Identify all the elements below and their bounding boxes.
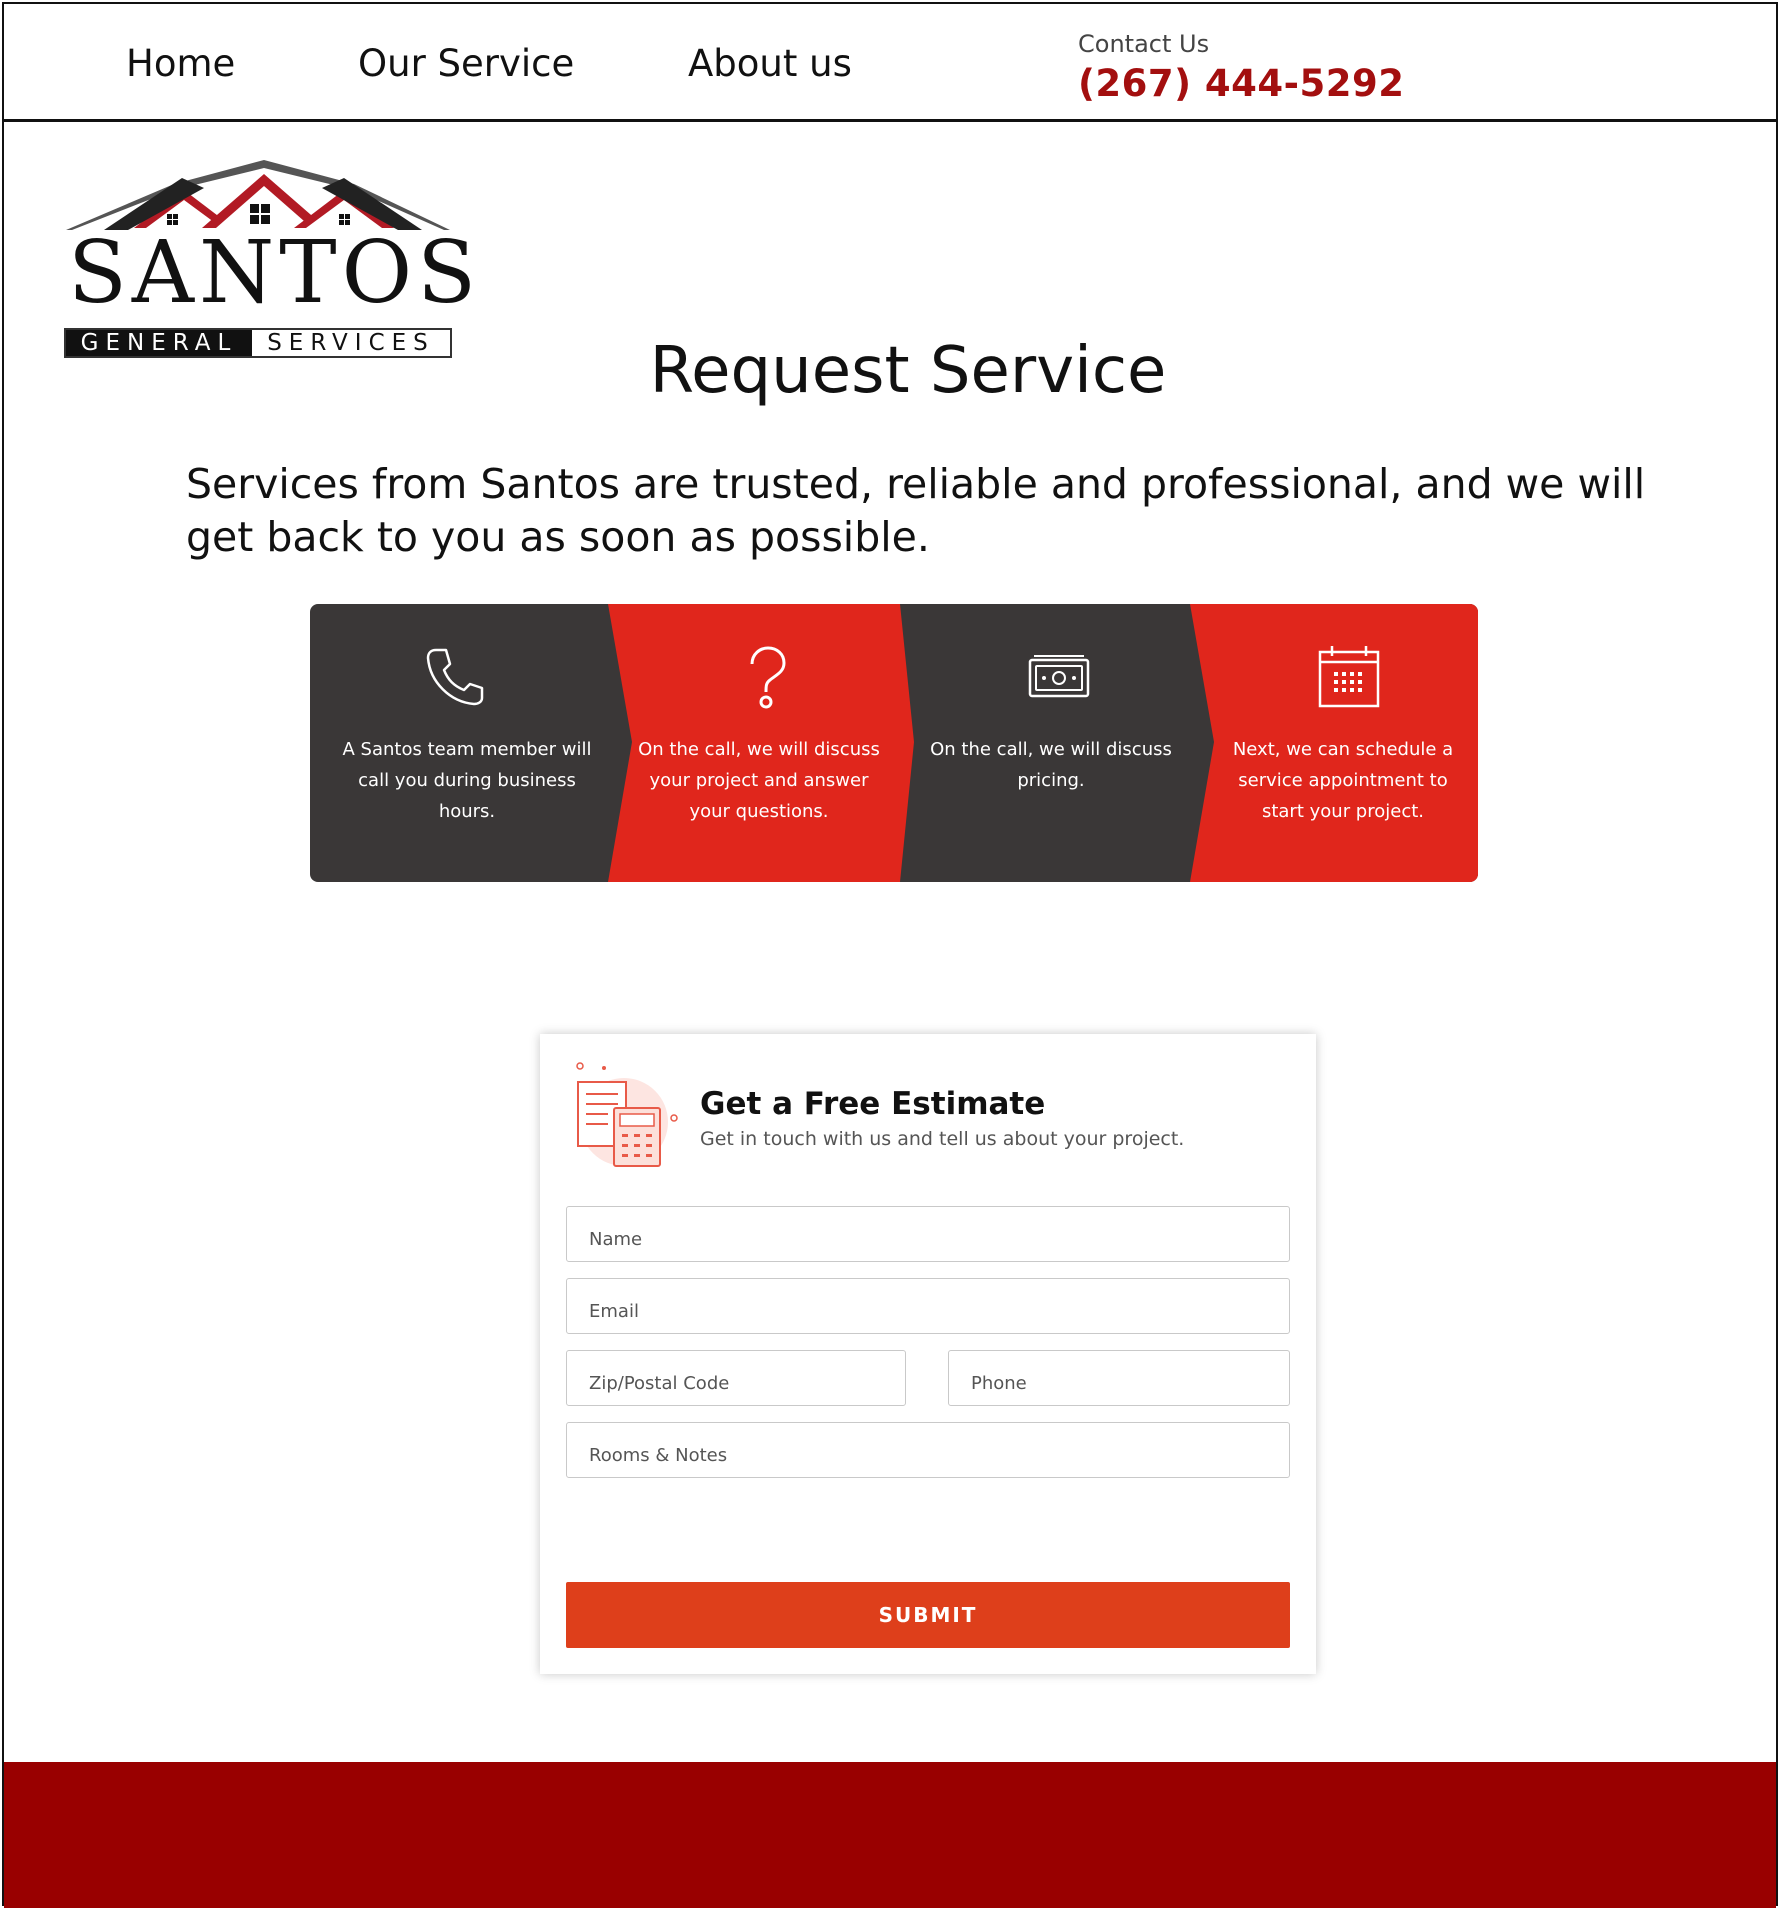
top-nav: Home Our Service About us Contact Us (26… [4,4,1776,122]
step-1-text: A Santos team member will call you durin… [342,739,592,822]
form-title: Get a Free Estimate [700,1086,1046,1122]
zip-input[interactable] [566,1350,906,1406]
submit-button[interactable]: SUBMIT [566,1582,1290,1648]
contact-phone-link[interactable]: (267) 444-5292 [1078,62,1405,105]
nav-home-link[interactable]: Home [126,42,235,85]
phone-icon [426,648,484,706]
notes-input[interactable] [566,1422,1290,1478]
estimate-document-icon [576,1062,678,1167]
page-frame: Home Our Service About us Contact Us (26… [2,2,1778,1908]
intro-text: Services from Santos are trusted, reliab… [186,460,1646,561]
email-input[interactable] [566,1278,1290,1334]
page-title: Request Service [649,334,1167,408]
footer-bar [4,1762,1776,1908]
logo-wordmark: SANTOS [68,223,482,323]
nav-about-us-link[interactable]: About us [688,42,852,85]
santos-logo[interactable]: SANTOS GENERAL SERVICES [64,160,482,360]
money-icon [1028,655,1090,698]
calendar-icon [1318,646,1380,708]
step-2-text: On the call, we will discuss your projec… [638,739,880,822]
question-icon [750,646,786,709]
nav-our-service-link[interactable]: Our Service [358,42,574,85]
step-3-text: On the call, we will discuss pricing. [930,739,1172,791]
name-input[interactable] [566,1206,1290,1262]
contact-label: Contact Us [1078,30,1210,58]
process-steps-banner: A Santos team member will call you durin… [310,604,1478,882]
phone-input[interactable] [948,1350,1290,1406]
form-subtitle: Get in touch with us and tell us about y… [700,1128,1185,1150]
step-4-text: Next, we can schedule a service appointm… [1232,739,1454,822]
estimate-form: Get a Free Estimate Get in touch with us… [540,1034,1316,1674]
